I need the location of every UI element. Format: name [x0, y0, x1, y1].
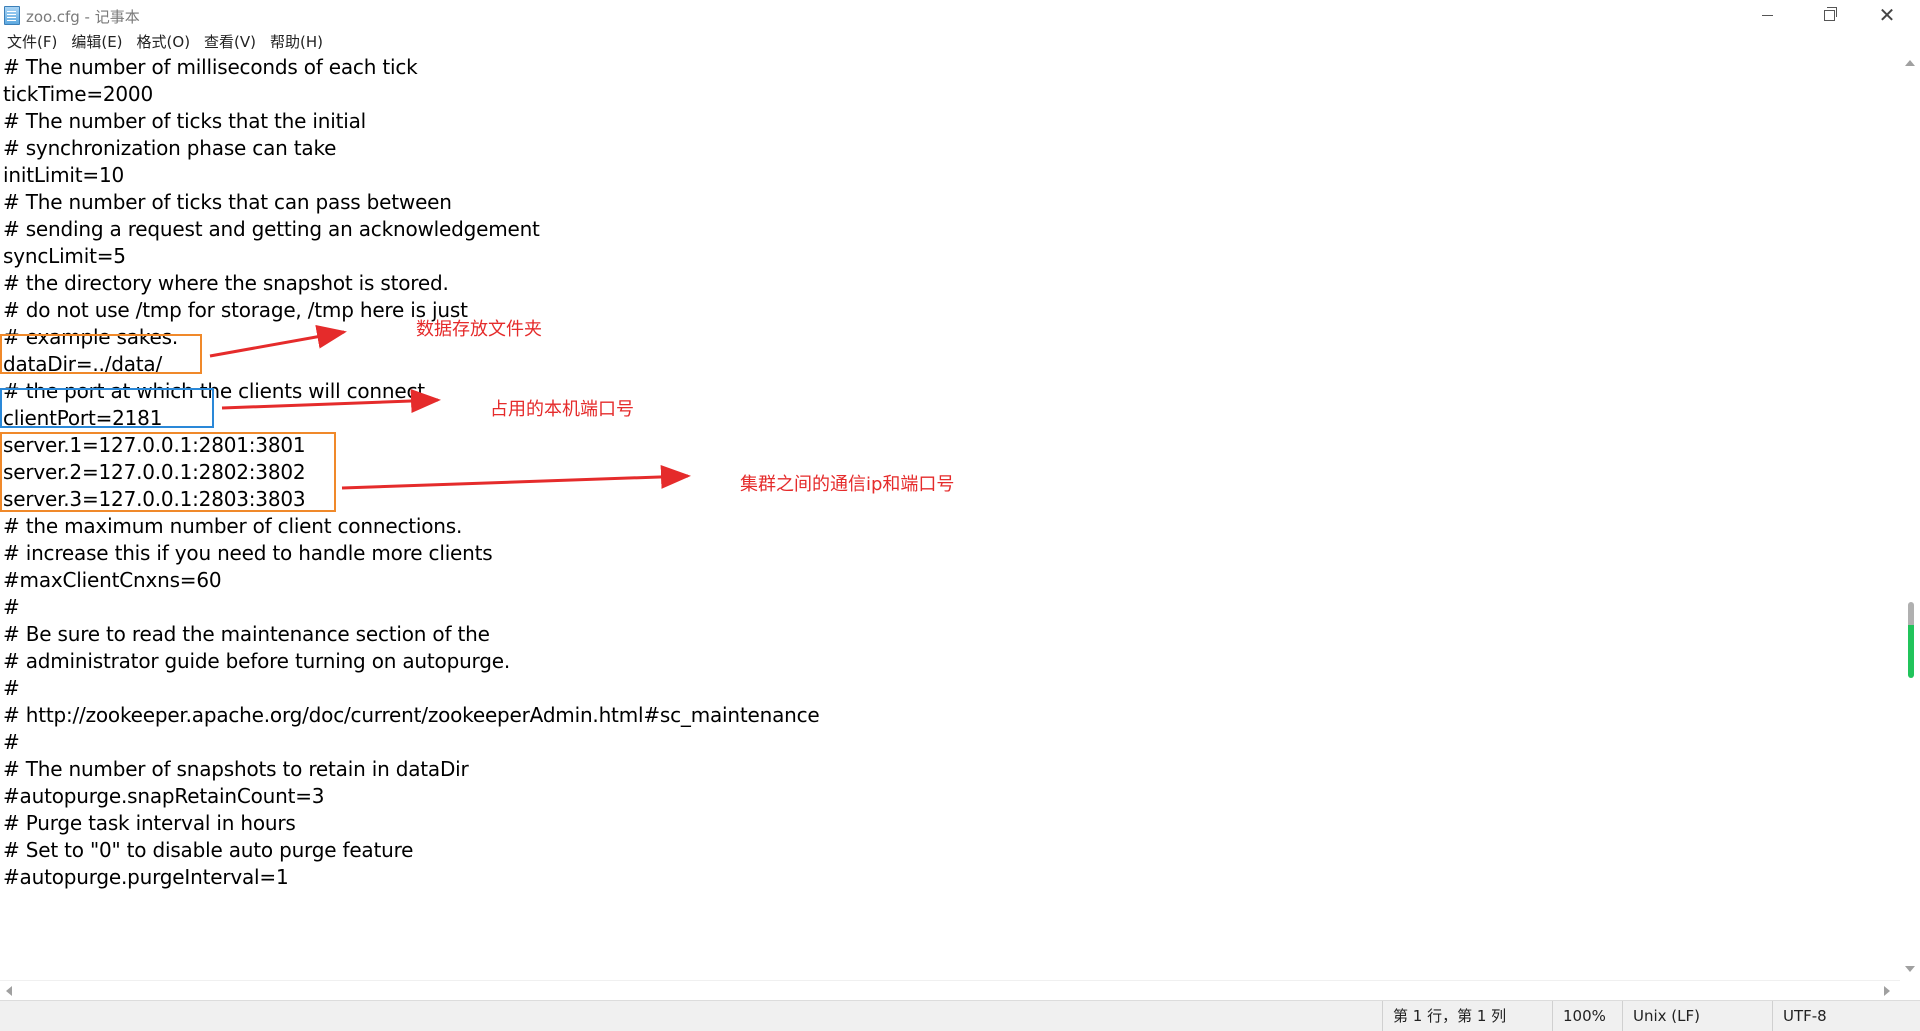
clientport-arrow	[221, 389, 441, 413]
scroll-up-arrow-icon[interactable]	[1905, 60, 1915, 66]
status-zoom: 100%	[1552, 1001, 1622, 1031]
datadir-annotation: 数据存放文件夹	[416, 319, 542, 340]
vertical-scroll-thumb[interactable]	[1908, 602, 1914, 678]
horizontal-scrollbar[interactable]	[0, 980, 1900, 1001]
scroll-left-arrow-icon[interactable]	[6, 986, 12, 996]
status-encoding: UTF-8	[1772, 1001, 1920, 1031]
scrollbar-corner	[1900, 980, 1920, 1000]
clientport-annotation: 占用的本机端口号	[490, 399, 634, 420]
annotation-arrows	[209, 324, 691, 490]
scroll-down-arrow-icon[interactable]	[1905, 966, 1915, 972]
datadir-arrow	[209, 324, 347, 358]
servers-arrow	[341, 464, 691, 490]
status-bar: 第 1 行，第 1 列 100% Unix (LF) UTF-8	[0, 1000, 1920, 1031]
status-line-ending: Unix (LF)	[1622, 1001, 1772, 1031]
status-cursor-position: 第 1 行，第 1 列	[1382, 1001, 1552, 1031]
vertical-scrollbar[interactable]	[1900, 54, 1920, 980]
servers-annotation: 集群之间的通信ip和端口号	[740, 474, 955, 495]
scroll-right-arrow-icon[interactable]	[1884, 986, 1890, 996]
